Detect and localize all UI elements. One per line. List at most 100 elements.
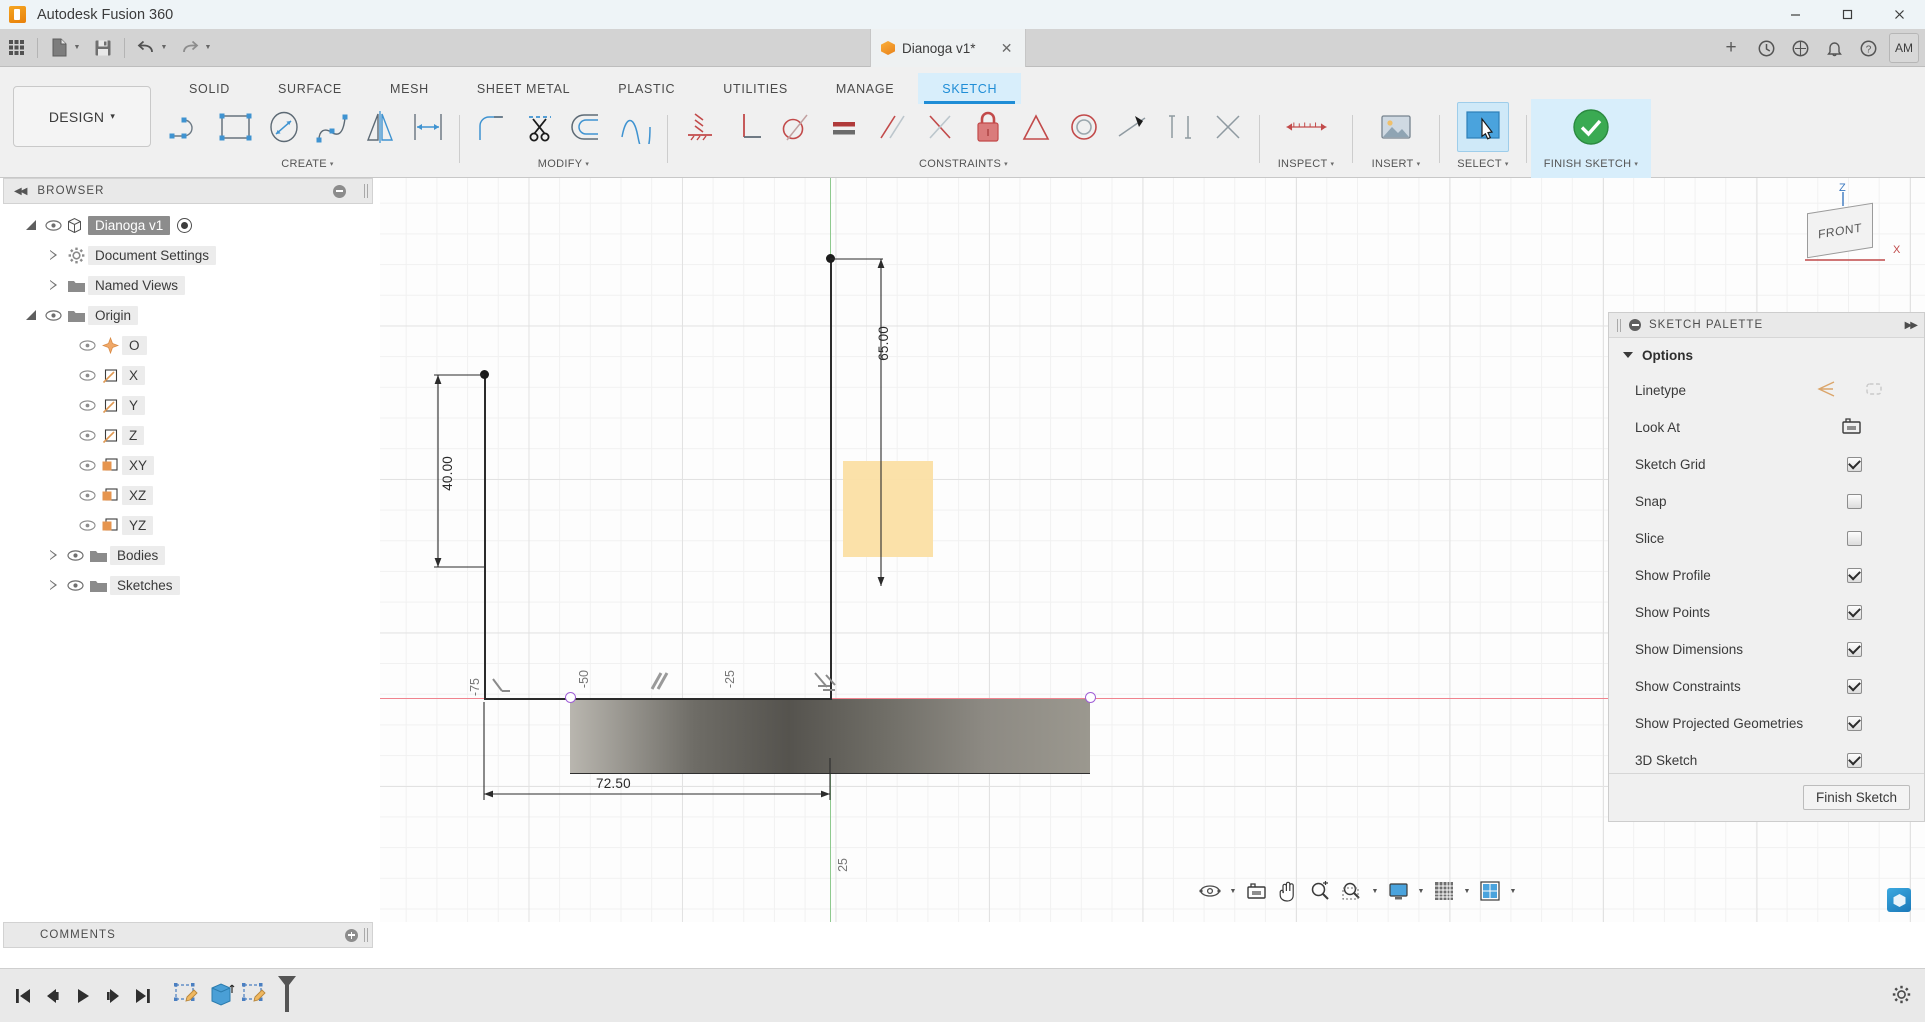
collapse-left-icon[interactable]: ◀◀	[14, 186, 27, 197]
constraint-glyph-parallel[interactable]	[648, 670, 670, 695]
insert-image-icon[interactable]	[1373, 101, 1420, 153]
dimension-7250-label[interactable]: 72.50	[596, 776, 631, 791]
tree-item-yz[interactable]: YZ	[0, 510, 380, 540]
tree-item-named-views[interactable]: Named Views	[0, 270, 380, 300]
view-cube[interactable]: Z X FRONT	[1793, 182, 1903, 282]
snap-checkbox[interactable]	[1847, 494, 1862, 509]
constraint-glyph-perpendicular[interactable]	[490, 676, 512, 701]
coincident-icon[interactable]	[1156, 101, 1203, 153]
dimension-icon[interactable]	[404, 101, 451, 153]
browser-grip-handle[interactable]	[364, 184, 368, 198]
look-at-icon[interactable]	[1241, 876, 1271, 906]
tree-item-xy[interactable]: XY	[0, 450, 380, 480]
visibility-eye-icon[interactable]	[42, 217, 64, 233]
expander-closed-icon[interactable]	[42, 249, 64, 261]
expand-right-icon[interactable]: ▶▶	[1905, 320, 1918, 331]
minimize-dot-icon[interactable]	[333, 184, 346, 198]
palette-row-show-projected-geometries[interactable]: Show Projected Geometries	[1609, 705, 1924, 742]
grid-snaps-icon[interactable]	[1429, 876, 1459, 906]
extrude-feature-icon[interactable]	[206, 981, 236, 1010]
expander-closed-icon-bodies[interactable]	[42, 549, 64, 561]
maximize-button[interactable]	[1821, 0, 1873, 29]
viewports-caret-icon[interactable]: ▼	[1507, 888, 1519, 895]
palette-row-look-at[interactable]: Look At	[1609, 409, 1924, 446]
tree-item-origin[interactable]: Origin	[0, 300, 380, 330]
palette-row-show-constraints[interactable]: Show Constraints	[1609, 668, 1924, 705]
redo-caret-icon[interactable]: ▼	[202, 33, 214, 63]
construction-line-icon[interactable]	[1816, 380, 1836, 401]
help-icon[interactable]: ?	[1851, 32, 1885, 64]
panel-insert-label[interactable]: INSERT ▾	[1372, 155, 1421, 173]
tree-item-y[interactable]: Y	[0, 390, 380, 420]
palette-row-slice[interactable]: Slice	[1609, 520, 1924, 557]
timeline-settings-gear-icon[interactable]	[1892, 985, 1911, 1007]
palette-row-sketch-grid[interactable]: Sketch Grid	[1609, 446, 1924, 483]
palette-row-linetype[interactable]: Linetype	[1609, 372, 1924, 409]
new-document-caret-icon[interactable]: ▼	[71, 33, 83, 63]
vertical-horizontal-icon[interactable]	[676, 101, 723, 153]
tree-item-dianoga[interactable]: Dianoga v1	[0, 210, 380, 240]
curvature-icon[interactable]	[612, 101, 659, 153]
user-avatar[interactable]: AM	[1889, 33, 1919, 63]
add-comment-icon[interactable]	[345, 928, 358, 942]
panel-dot-icon[interactable]	[1629, 319, 1641, 331]
expander-closed-icon-2[interactable]	[42, 279, 64, 291]
palette-row-snap[interactable]: Snap	[1609, 483, 1924, 520]
expander-open-icon[interactable]	[20, 219, 42, 231]
visibility-eye-icon-x[interactable]	[76, 367, 98, 383]
viewports-icon[interactable]	[1475, 876, 1505, 906]
go-to-start-icon[interactable]	[8, 979, 38, 1013]
concentric-icon[interactable]	[1060, 101, 1107, 153]
sketch-feature-icon-2[interactable]	[240, 981, 270, 1010]
panel-modify-label[interactable]: MODIFY ▾	[538, 155, 589, 173]
panel-constraints-label[interactable]: CONSTRAINTS ▾	[919, 155, 1008, 173]
pan-hand-icon[interactable]	[1273, 876, 1303, 906]
line-icon[interactable]	[164, 101, 211, 153]
bell-icon[interactable]	[1817, 32, 1851, 64]
zoom-window-icon[interactable]	[1337, 876, 1367, 906]
parallel-icon[interactable]	[868, 101, 915, 153]
finish-sketch-check-icon[interactable]	[1561, 101, 1621, 153]
extensions-icon[interactable]	[1783, 32, 1817, 64]
undo-caret-icon[interactable]: ▼	[158, 33, 170, 63]
orbit-icon[interactable]	[1195, 876, 1225, 906]
trim-scissors-icon[interactable]	[516, 101, 563, 153]
visibility-eye-icon-xz[interactable]	[76, 487, 98, 503]
mirror-icon[interactable]	[356, 101, 403, 153]
save-icon[interactable]	[87, 33, 119, 63]
timeline-marker[interactable]	[276, 974, 298, 1017]
visibility-eye-icon-bodies[interactable]	[64, 547, 86, 563]
document-tab[interactable]: Dianoga v1* ✕	[870, 29, 1026, 67]
show-profile-checkbox[interactable]	[1847, 568, 1862, 583]
panel-finish-sketch-label[interactable]: FINISH SKETCH ▾	[1544, 155, 1638, 173]
comments-panel[interactable]: COMMENTS	[3, 922, 373, 948]
tree-item-z[interactable]: Z	[0, 420, 380, 450]
step-forward-icon[interactable]	[98, 979, 128, 1013]
fusion-badge-icon[interactable]	[1887, 888, 1911, 912]
centerline-icon[interactable]	[1864, 380, 1884, 401]
grid-snaps-caret-icon[interactable]: ▼	[1461, 888, 1473, 895]
minimize-button[interactable]	[1769, 0, 1821, 29]
sketch-palette-grip-handle[interactable]	[1617, 318, 1621, 332]
palette-row-show-profile[interactable]: Show Profile	[1609, 557, 1924, 594]
visibility-eye-icon-xy[interactable]	[76, 457, 98, 473]
spline-icon[interactable]	[308, 101, 355, 153]
comments-grip-handle[interactable]	[364, 928, 368, 942]
3d-sketch-checkbox[interactable]	[1847, 753, 1862, 768]
zoom-icon[interactable]	[1305, 876, 1335, 906]
projected-point-right[interactable]	[1085, 692, 1096, 703]
select-cursor-icon[interactable]	[1457, 102, 1509, 152]
show-constraints-checkbox[interactable]	[1847, 679, 1862, 694]
panel-inspect-label[interactable]: INSPECT ▾	[1278, 155, 1335, 173]
workspace-switcher-button[interactable]: DESIGN ▾	[13, 86, 151, 147]
tangent-icon[interactable]	[772, 101, 819, 153]
expander-open-icon-2[interactable]	[20, 309, 42, 321]
visibility-eye-icon-sketches[interactable]	[64, 577, 86, 593]
step-back-icon[interactable]	[38, 979, 68, 1013]
play-icon[interactable]	[68, 979, 98, 1013]
show-projected-geometries-checkbox[interactable]	[1847, 716, 1862, 731]
tree-item-bodies[interactable]: Bodies	[0, 540, 380, 570]
show-dimensions-checkbox[interactable]	[1847, 642, 1862, 657]
document-tab-close-icon[interactable]: ✕	[999, 40, 1015, 57]
visibility-eye-icon-z[interactable]	[76, 427, 98, 443]
